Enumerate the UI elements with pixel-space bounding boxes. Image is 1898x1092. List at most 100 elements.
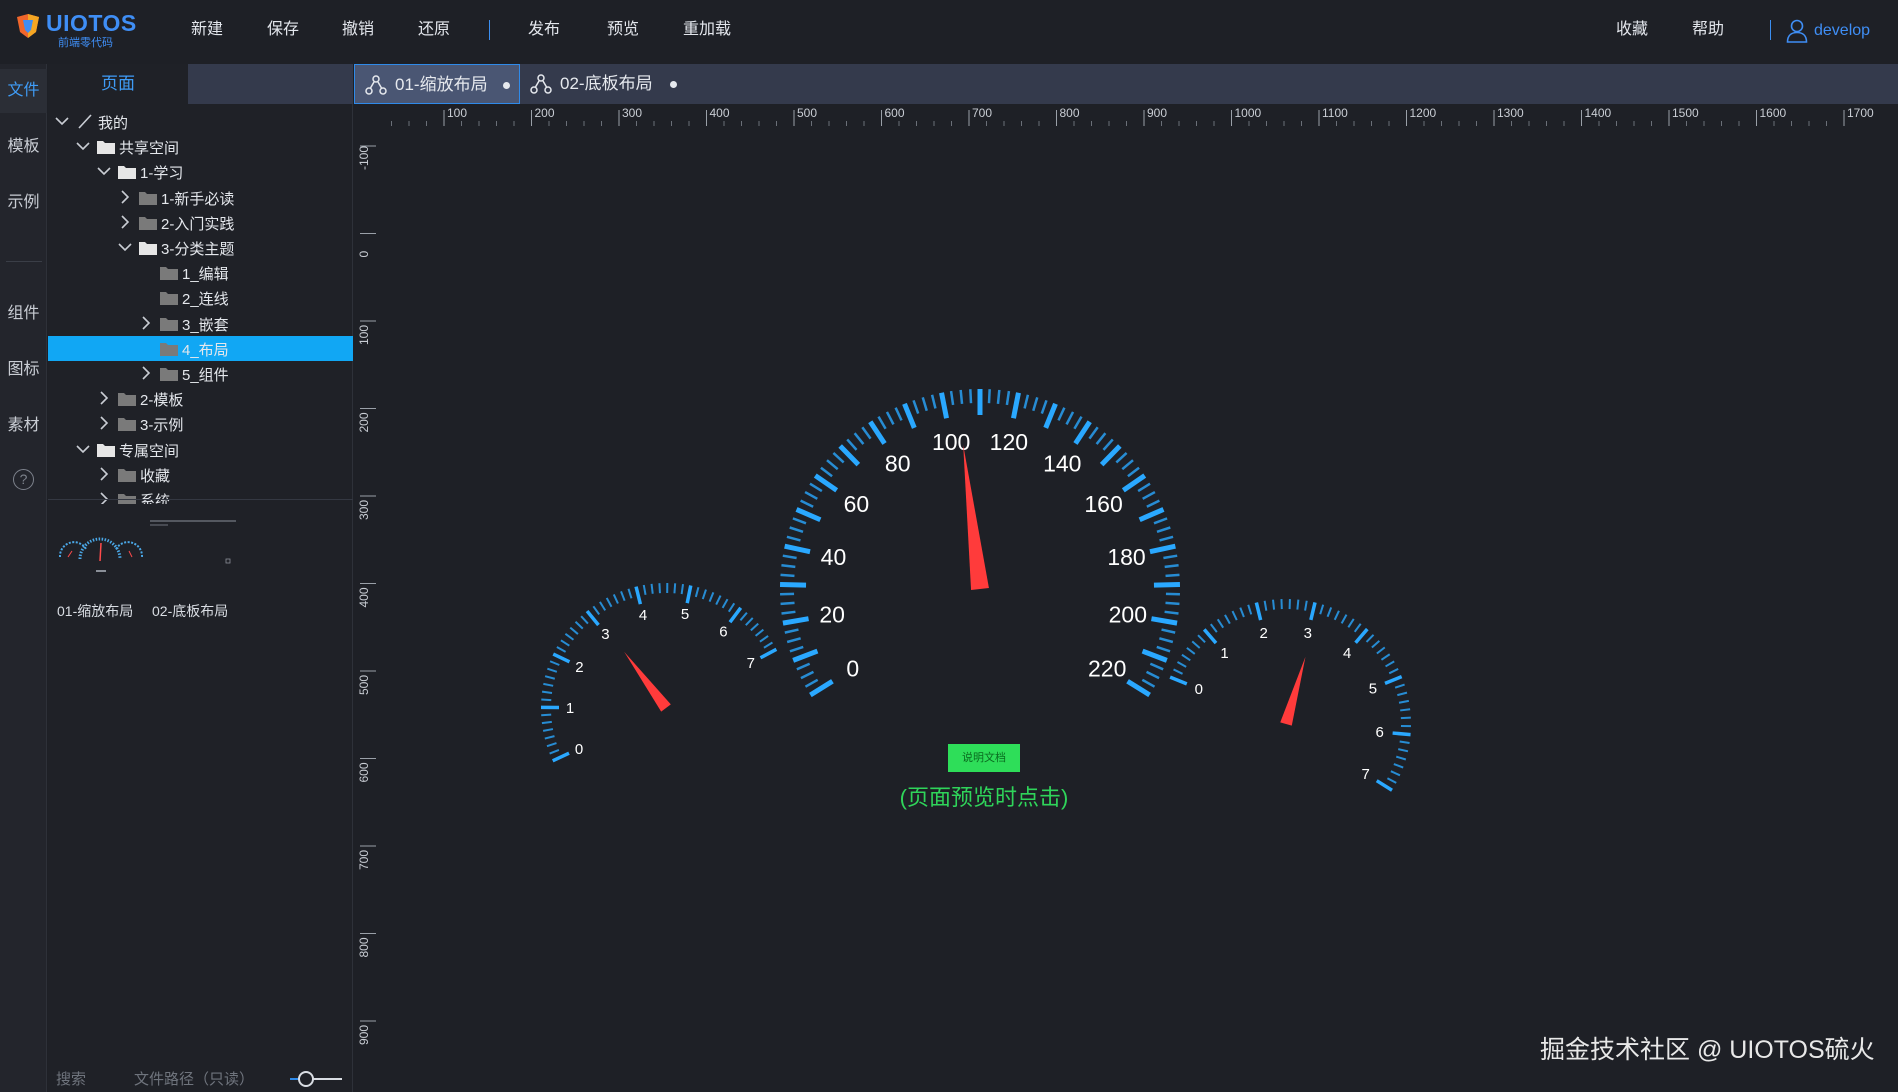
chevron-down-icon[interactable] — [75, 138, 91, 154]
tree-item[interactable]: 3_嵌套 — [48, 311, 353, 336]
right-gauge-tick — [1309, 602, 1317, 621]
tree-item[interactable]: 收藏 — [48, 462, 353, 487]
left-gauge-tick — [750, 622, 759, 632]
tree-item[interactable]: 5_组件 — [48, 361, 353, 386]
tree-item-label: 专属空间 — [119, 442, 180, 460]
right-gauge-tick — [1197, 634, 1206, 644]
right-gauge-tick — [1392, 731, 1411, 737]
rail-item-example[interactable]: 示例 — [0, 181, 47, 225]
right-gauge-tick — [1388, 667, 1399, 675]
chevron-right-icon[interactable] — [96, 390, 112, 406]
menu-separator-right — [1770, 20, 1771, 40]
tree-item[interactable]: 1_编辑 — [48, 260, 353, 285]
doc-button[interactable]: 说明文档 — [948, 744, 1020, 772]
chevron-down-icon[interactable] — [54, 113, 70, 129]
chevron-right-icon[interactable] — [138, 365, 154, 381]
right-gauge-tick — [1263, 600, 1268, 611]
folder-icon — [139, 216, 157, 230]
speed-gauge-tick — [792, 648, 819, 663]
menu-preview[interactable]: 预览 — [607, 0, 639, 60]
left-gauge-tick — [642, 584, 647, 596]
right-gauge-tick — [1400, 716, 1411, 720]
speed-gauge-tick — [1149, 543, 1176, 555]
zoom-slider[interactable] — [288, 1070, 344, 1088]
tree-item[interactable]: 3-分类主题 — [48, 235, 353, 260]
right-gauge-tick — [1254, 602, 1263, 621]
speed-gauge-tick — [781, 610, 796, 615]
doc-hint: (页面预览时点击) — [899, 785, 1069, 810]
thumbnail-label-01[interactable]: 01-缩放布局 — [57, 601, 133, 621]
speed-gauge-tick — [796, 662, 811, 671]
tree-item[interactable]: 3-示例 — [48, 411, 353, 436]
thumbnail-label-02[interactable]: 02-底板布局 — [152, 601, 228, 621]
chevron-right-icon[interactable] — [96, 415, 112, 431]
menu-favorites[interactable]: 收藏 — [1616, 0, 1648, 60]
right-gauge-tick — [1371, 640, 1381, 649]
tree-item[interactable]: 共享空间 — [48, 134, 353, 159]
rail-item-file[interactable]: 文件 — [0, 69, 47, 113]
speed-gauge-tick — [804, 678, 819, 688]
menu-new[interactable]: 新建 — [191, 0, 223, 60]
user-menu[interactable]: develop — [1786, 18, 1870, 44]
chevron-down-icon[interactable] — [75, 441, 91, 457]
thumbnail-02[interactable] — [148, 519, 238, 589]
chevron-down-icon[interactable] — [96, 163, 112, 179]
right-gauge-tick — [1326, 607, 1333, 618]
chevron-right-icon[interactable] — [117, 189, 133, 205]
right-gauge-tick — [1393, 763, 1404, 769]
rail-item-material[interactable]: 素材 — [0, 404, 47, 448]
folder-icon — [139, 191, 157, 205]
speed-gauge-tick — [1151, 616, 1178, 626]
speed-gauge-tick — [782, 554, 797, 560]
rail-item-template[interactable]: 模板 — [0, 125, 47, 169]
design-canvas[interactable]: 100 200 300 400 500 600 700 800 900 1000 1100 1200 1… — [354, 104, 1898, 1092]
tree-item[interactable]: 专属空间 — [48, 437, 353, 462]
menu-save[interactable]: 保存 — [267, 0, 299, 60]
speed-gauge-tick — [789, 526, 804, 533]
thumbnail-01[interactable] — [56, 519, 146, 589]
right-gauge-tick — [1394, 683, 1405, 689]
menu-separator — [489, 20, 490, 40]
left-gauge-tick — [634, 586, 643, 605]
left-gauge-label: 6 — [719, 623, 727, 640]
tree-item[interactable]: 1-学习 — [48, 159, 353, 184]
menu-redo[interactable]: 还原 — [418, 0, 450, 60]
logo-subtitle: 前端零代码 — [58, 37, 113, 49]
speed-gauge-label: 100 — [932, 429, 970, 455]
tree-item[interactable]: 2-入门实践 — [48, 210, 353, 235]
right-gauge-tick — [1340, 614, 1348, 624]
speed-gauge-tick — [792, 517, 807, 525]
left-gauge-needle — [624, 651, 671, 712]
tree-item[interactable]: 2_连线 — [48, 285, 353, 310]
rail-item-icon[interactable]: 图标 — [0, 348, 47, 392]
tree-item-label: 系统 — [140, 493, 171, 504]
thumbnail-gauges-icon — [58, 537, 144, 572]
speed-gauge-tick — [1141, 678, 1156, 688]
chevron-right-icon[interactable] — [117, 214, 133, 230]
speed-gauge-tick — [1138, 507, 1165, 523]
tree-item[interactable]: 2-模板 — [48, 386, 353, 411]
menu-reload[interactable]: 重加载 — [683, 0, 731, 60]
tree-item[interactable]: 1-新手必读 — [48, 185, 353, 210]
chevron-right-icon[interactable] — [96, 491, 112, 504]
menu-help[interactable]: 帮助 — [1692, 0, 1724, 60]
app-logo[interactable]: UIOTOS 前端零代码 — [14, 8, 144, 50]
right-gauge-label: 3 — [1304, 625, 1312, 642]
chevron-right-icon[interactable] — [138, 315, 154, 331]
gauge-cluster[interactable]: 020406080100120140160180200220km/h012345… — [354, 104, 1898, 1092]
tree-item[interactable]: 4_布局 — [48, 335, 353, 361]
menu-undo[interactable]: 撤销 — [342, 0, 374, 60]
menu-publish[interactable]: 发布 — [528, 0, 560, 60]
search-link[interactable]: 搜索 — [56, 1068, 86, 1089]
chevron-right-icon[interactable] — [96, 466, 112, 482]
tree-item[interactable]: 我的 — [48, 109, 353, 134]
tab-02-board-layout[interactable]: 02-底板布局 — [520, 64, 688, 104]
right-gauge-label: 0 — [1195, 681, 1203, 698]
rail-item-component[interactable]: 组件 — [0, 292, 47, 336]
tree-item[interactable]: 系统 — [48, 487, 353, 504]
left-gauge-tick — [612, 594, 619, 604]
chevron-down-icon[interactable] — [117, 239, 133, 255]
help-icon[interactable]: ? — [13, 469, 34, 490]
tab-01-scale-layout[interactable]: 01-缩放布局 — [354, 64, 520, 104]
tab-pages[interactable]: 页面 — [48, 64, 188, 104]
